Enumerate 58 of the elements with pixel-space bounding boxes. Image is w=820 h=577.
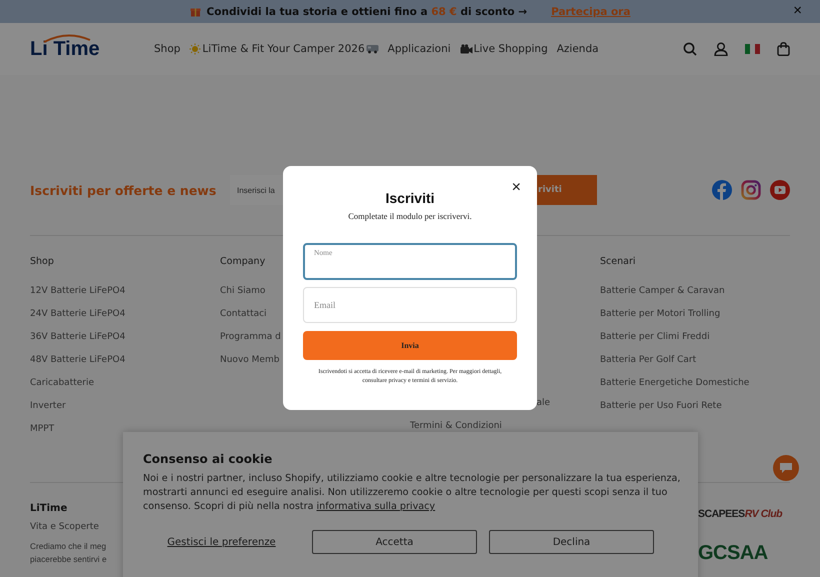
footer-link[interactable]: Batterie per Motori Trolling [600, 309, 720, 320]
footer-link[interactable]: Batterie per Uso Fuori Rete [600, 401, 722, 412]
litime-logo[interactable]: Li Time [30, 38, 150, 60]
column-heading: Company [220, 256, 266, 269]
cookie-text: Noi e i nostri partner, incluso Shopify, utilizziamo cookie e altre tecnologie per personalizzare la tua esperienza, mostrarti annunci ed eseguire analisi. Non utilizzeremo cookie o altre tecnologie per questi scopi senza il tuo consenso. Scopri di più nella nostra informativa sulla privacy [143, 472, 682, 514]
about-heading: LiTime [30, 503, 68, 514]
nav-link[interactable]: Applicazioni [388, 43, 451, 55]
sun-icon [189, 43, 202, 55]
column-heading: Shop [30, 256, 55, 269]
italian-flag-icon[interactable] [745, 44, 760, 54]
footer-link[interactable]: 48V Batterie LiFePO4 [30, 355, 126, 366]
footer-link[interactable]: MPPT [30, 424, 54, 435]
nav-link[interactable]: LiTime & Fit Your Camper 2026 [189, 43, 379, 55]
footer-link[interactable]: Batterie per Climi Freddi [600, 332, 710, 343]
column-heading: Scenari [600, 256, 636, 269]
footer-link[interactable]: Inverter [30, 401, 66, 412]
footer-link[interactable]: Nuovo Memb [220, 355, 280, 366]
facebook-icon[interactable] [712, 180, 732, 200]
footer-link[interactable]: Chi Siamo [220, 286, 266, 297]
close-button[interactable]: × [793, 3, 802, 19]
nav-link[interactable]: Azienda [556, 43, 599, 55]
about-text: Crediamo che il meg [30, 540, 106, 553]
dialog-subtitle: Completate il modulo per iscrivervi. [348, 211, 472, 221]
search-icon[interactable] [683, 42, 697, 56]
partner-logo: SCAPEESRV Club [698, 508, 782, 520]
footer-link[interactable]: Contattaci [220, 309, 267, 320]
user-icon[interactable] [714, 42, 728, 56]
camper-van-icon [366, 44, 379, 54]
cookie-button[interactable]: Declina [489, 530, 654, 554]
about-text: piacerebbe sentirvi e [30, 553, 107, 566]
announcement-text: Condividi la tua storia e ottieni fino a 68 € di sconto → [206, 6, 528, 18]
footer-link[interactable]: Caricabatterie [30, 378, 94, 389]
footer-link[interactable]: 36V Batterie LiFePO4 [30, 332, 126, 343]
footer-link[interactable]: 24V Batterie LiFePO4 [30, 309, 126, 320]
newsletter-heading: Iscriviti per offerte e news [30, 182, 218, 198]
footer-link[interactable]: Batterie Camper & Caravan [600, 286, 725, 297]
nav-link[interactable]: Shop [154, 43, 180, 55]
submit-button[interactable]: Invia [303, 331, 517, 360]
footer-link[interactable]: Batteria Per Golf Cart [600, 355, 696, 366]
dialog-title: Iscriviti [385, 190, 435, 206]
footer-link[interactable]: Programma d [220, 332, 281, 343]
shopping-bag-icon[interactable] [777, 42, 790, 56]
gift-icon [190, 6, 201, 17]
chat-bubble-icon [779, 462, 793, 474]
close-button[interactable]: × [512, 180, 521, 196]
youtube-icon[interactable] [770, 180, 790, 200]
video-camera-icon [460, 44, 473, 54]
cookie-title: Consenso ai cookie [143, 452, 274, 466]
footer-link[interactable]: 12V Batterie LiFePO4 [30, 286, 126, 297]
partner-logo: GCSAA [698, 542, 768, 565]
footer-link[interactable]: Batterie Energetiche Domestiche [600, 378, 750, 389]
about-subheading: Vita e Scoperte [30, 522, 99, 532]
subscribe-button[interactable]: riviti [537, 175, 597, 205]
instagram-icon[interactable] [741, 180, 761, 200]
footer-link[interactable]: Termini & Condizioni [410, 421, 502, 432]
nav-link[interactable]: Live Shopping [460, 43, 548, 55]
privacy-link[interactable]: informativa sulla privacy [316, 501, 436, 512]
cookie-button[interactable]: Accetta [312, 530, 477, 554]
